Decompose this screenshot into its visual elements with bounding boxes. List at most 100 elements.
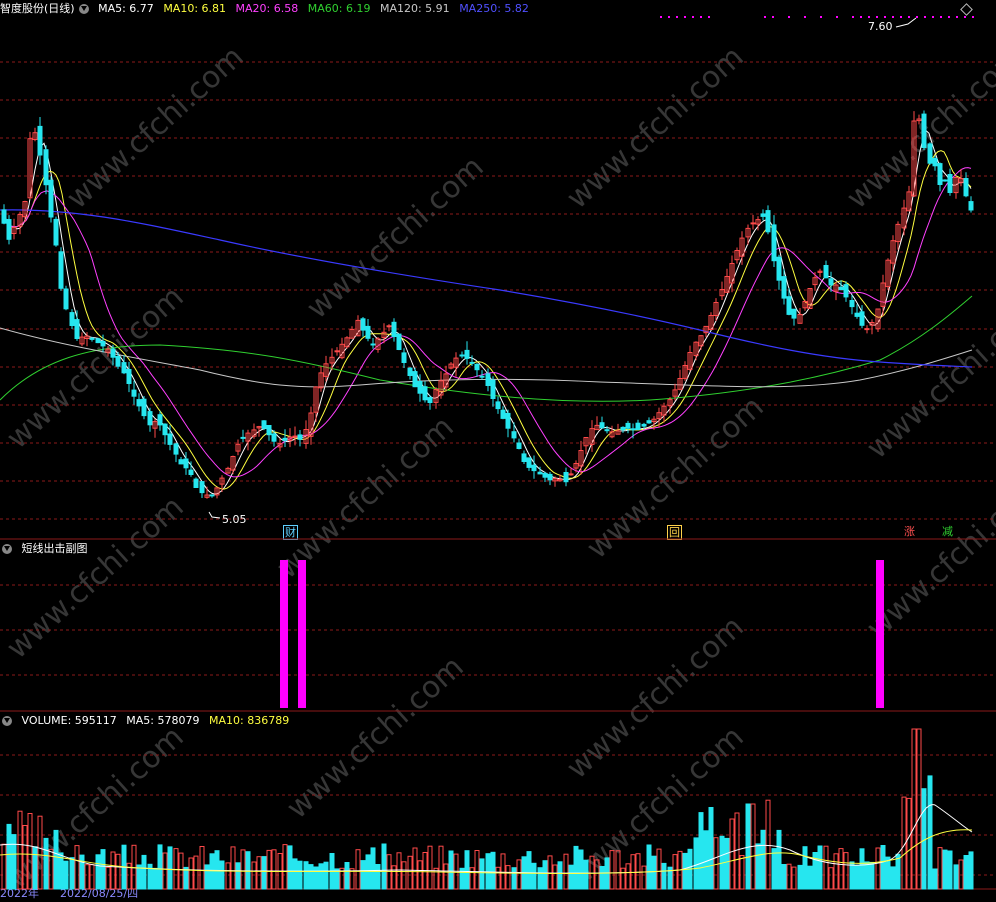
volume-bar-up: [48, 848, 54, 890]
volume-bar-up: [765, 799, 771, 890]
volume-bar-down: [370, 847, 376, 890]
volume-bar-up: [74, 845, 80, 890]
signal-dot: [884, 16, 886, 18]
volume-bar-down: [932, 868, 938, 890]
kline-chart[interactable]: [0, 0, 996, 898]
volume-bar-up: [396, 852, 402, 890]
candle-down: [141, 398, 147, 417]
candle-down: [942, 179, 948, 182]
volume-bar-up: [516, 859, 522, 890]
signal-dot: [964, 16, 966, 18]
candle-down: [791, 308, 797, 319]
volume-bar-down: [578, 849, 584, 890]
volume-bar-up: [823, 845, 829, 890]
volume-bar-up: [443, 863, 449, 890]
volume-bar-up: [474, 850, 480, 890]
volume-bar-down: [771, 848, 777, 890]
candle-down: [531, 464, 537, 472]
candle-down: [121, 362, 127, 374]
candle-down: [417, 381, 423, 394]
volume-bar-up: [407, 855, 413, 890]
signal-dot: [900, 16, 902, 18]
volume-bar-down: [895, 853, 901, 890]
volume-bar-down: [6, 823, 12, 890]
candle-down: [937, 163, 943, 186]
volume-bar-up: [110, 851, 116, 890]
candle-down: [511, 431, 517, 439]
volume-bar-up: [843, 852, 849, 890]
signal-dot: [852, 16, 854, 18]
volume-bar-up: [173, 848, 179, 890]
candle-down: [947, 174, 953, 193]
volume-bar-down: [245, 851, 251, 890]
candle-down: [521, 453, 527, 462]
volume-bar-down: [69, 857, 75, 890]
candle-down: [131, 389, 137, 397]
volume-bar-down: [864, 861, 870, 890]
candle-down: [6, 219, 12, 240]
candle-down: [547, 473, 553, 481]
candle-down: [464, 349, 470, 359]
volume-bar-up: [609, 850, 615, 890]
volume-bar-down: [183, 866, 189, 890]
candle-up: [292, 435, 298, 438]
volume-bar-down: [781, 864, 787, 890]
candle-down: [95, 338, 101, 344]
volume-bar-down: [381, 843, 387, 890]
candle-down: [126, 369, 132, 384]
candle-down: [209, 494, 215, 497]
volume-bar-up: [911, 728, 917, 890]
candle-down: [786, 296, 792, 315]
volume-bar-down: [698, 812, 704, 890]
volume-bar-down: [313, 866, 319, 890]
volume-bar-down: [583, 859, 589, 890]
volume-bar-down: [323, 861, 329, 890]
volume-bar-down: [537, 867, 543, 890]
volume-bar-down: [849, 861, 855, 890]
volume-bar-down: [100, 849, 106, 890]
candle-down: [505, 412, 511, 429]
candle-down: [776, 256, 782, 281]
volume-bar-up: [178, 852, 184, 890]
volume-bar-down: [968, 851, 974, 890]
candle-down: [646, 420, 652, 424]
signal-bar: [280, 560, 288, 708]
volume-bar-down: [63, 860, 69, 890]
high-price-pointer: [895, 17, 917, 28]
candle-down: [422, 386, 428, 401]
candle-down: [641, 423, 647, 427]
volume-bar-down: [651, 855, 657, 890]
candle-down: [193, 478, 199, 489]
candle-down: [240, 436, 246, 439]
volume-bar-down: [557, 861, 563, 890]
candle-down: [407, 367, 413, 377]
volume-bar-down: [953, 864, 959, 890]
candle-down: [1, 209, 7, 224]
volume-bar-up: [547, 855, 553, 890]
candle-up: [864, 328, 870, 331]
volume-bar-down: [464, 850, 470, 890]
volume-bar-down: [963, 855, 969, 890]
candle-down: [271, 433, 277, 442]
volume-bar-down: [511, 867, 517, 890]
candle-down: [765, 210, 771, 233]
signal-dot: [860, 16, 862, 18]
volume-bar-up: [193, 855, 199, 890]
volume-bar-down: [235, 862, 241, 890]
volume-bar-down: [531, 862, 537, 890]
volume-bar-up: [620, 867, 626, 890]
volume-bar-up: [84, 864, 90, 890]
volume-bar-down: [344, 862, 350, 890]
volume-bar-up: [833, 853, 839, 890]
signal-dot: [788, 16, 790, 18]
volume-bar-up: [838, 848, 844, 890]
volume-bar-up: [875, 847, 881, 890]
candle-down: [771, 224, 777, 262]
candle-down: [282, 437, 288, 441]
volume-bar-up: [500, 853, 506, 890]
ma250-line: [0, 209, 973, 368]
candle-down: [859, 311, 865, 326]
volume-bar-down: [308, 864, 314, 890]
volume-bar-down: [11, 834, 17, 890]
candle-down: [516, 442, 522, 449]
